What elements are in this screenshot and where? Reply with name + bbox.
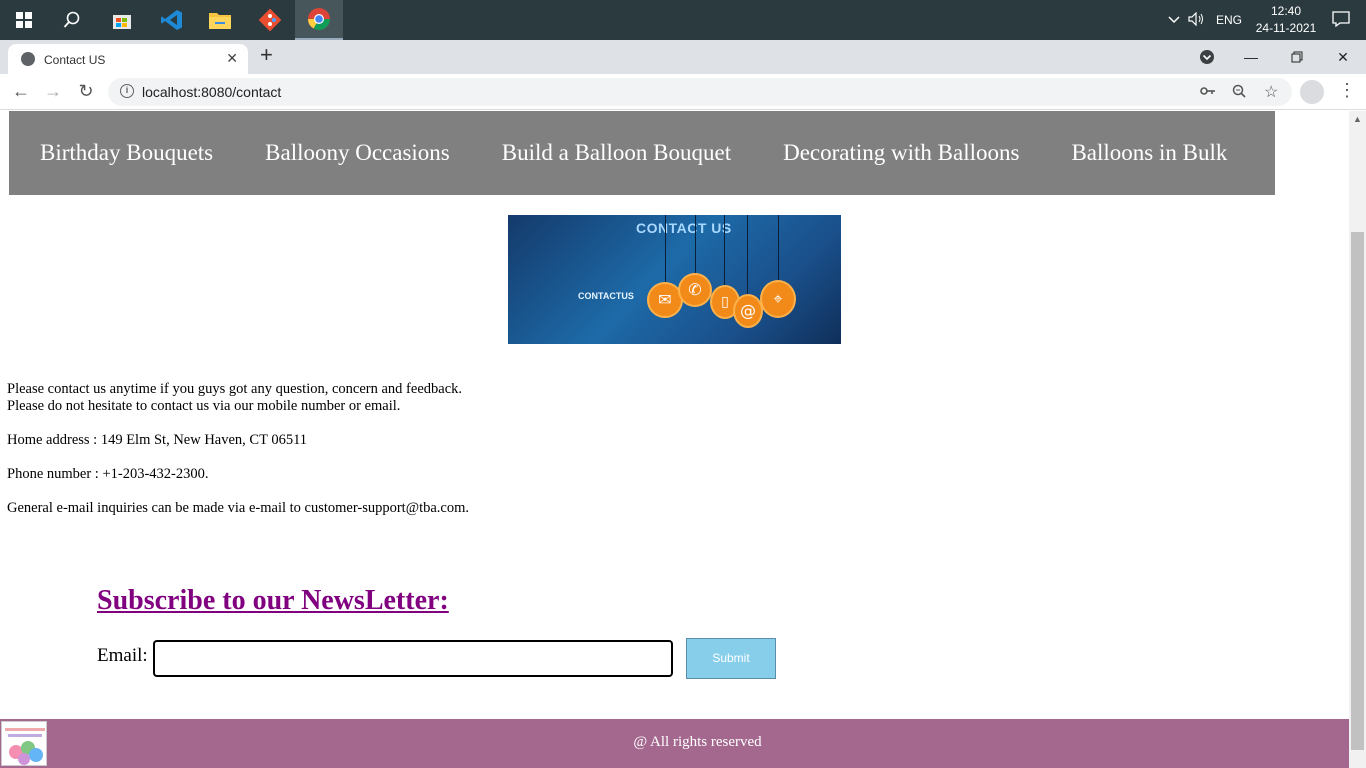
location-pin-icon: ⌖ — [760, 280, 796, 318]
email-inquiries: General e-mail inquiries can be made via… — [7, 500, 469, 516]
restore-button[interactable] — [1274, 40, 1320, 74]
store-icon[interactable] — [98, 0, 146, 40]
taskbar: ENG 12:40 24-11-2021 — [0, 0, 1366, 40]
copyright-text: @ All rights reserved — [633, 734, 762, 750]
nav-item-birthday-bouquets[interactable]: Birthday Bouquets — [40, 140, 213, 166]
system-tray: ENG 12:40 24-11-2021 — [1168, 0, 1366, 40]
banner-title: CONTACT US — [636, 220, 732, 236]
tab-strip: Contact US ✕ — [0, 40, 1366, 74]
clock-time: 12:40 — [1270, 4, 1302, 18]
page-footer: @ All rights reserved — [0, 719, 1349, 768]
scroll-up-arrow-icon[interactable]: ▲ — [1353, 114, 1362, 124]
tab-title: Contact US — [44, 53, 106, 67]
nav-item-decorating-with-balloons[interactable]: Decorating with Balloons — [783, 140, 1019, 166]
new-tab-button[interactable]: + — [260, 44, 273, 66]
main-navigation: Birthday Bouquets Balloony Occasions Bui… — [9, 111, 1275, 195]
windows-start-icon[interactable] — [0, 0, 48, 40]
close-tab-icon[interactable]: ✕ — [226, 50, 238, 67]
file-explorer-icon[interactable] — [196, 0, 244, 40]
newsletter-title[interactable]: Subscribe to our NewsLetter: — [97, 585, 449, 617]
phone-number: Phone number : +1-203-432-2300. — [7, 466, 209, 482]
volume-icon[interactable] — [1188, 11, 1206, 29]
email-label: Email: — [97, 645, 148, 666]
minimize-button[interactable]: — — [1228, 40, 1274, 74]
home-address: Home address : 149 Elm St, New Haven, CT… — [7, 432, 308, 448]
scrollbar-thumb[interactable] — [1351, 232, 1364, 750]
clock[interactable]: 12:40 24-11-2021 — [1254, 3, 1318, 37]
submit-button[interactable]: Submit — [686, 638, 776, 679]
nav-item-build-a-balloon-bouquet[interactable]: Build a Balloon Bouquet — [502, 140, 731, 166]
tab-search-icon[interactable] — [1184, 40, 1230, 74]
back-arrow-icon[interactable]: ← — [10, 81, 32, 102]
menu-kebab-icon[interactable]: ⋮ — [1338, 80, 1356, 101]
contact-info: Please contact us anytime if you guys go… — [7, 381, 469, 517]
site-info-icon[interactable]: i — [120, 84, 134, 98]
contact-intro-line-2: Please do not hesitate to contact us via… — [7, 398, 401, 414]
newsletter-email-input[interactable] — [153, 640, 673, 677]
forward-arrow-icon[interactable]: → — [42, 81, 64, 102]
web-page: Birthday Bouquets Balloony Occasions Bui… — [0, 111, 1349, 768]
profile-avatar-icon[interactable] — [1300, 80, 1324, 104]
browser-toolbar: ← → ↻ i localhost:8080/contact ☆ ⋮ — [0, 74, 1366, 110]
clock-date: 24-11-2021 — [1255, 21, 1317, 35]
notification-icon[interactable] — [1332, 10, 1350, 30]
globe-icon — [21, 52, 35, 66]
nav-item-balloony-occasions[interactable]: Balloony Occasions — [265, 140, 450, 166]
at-sign-icon: @ — [733, 294, 763, 328]
phone-icon: ✆ — [678, 273, 712, 307]
key-icon[interactable] — [1200, 84, 1216, 100]
bookmark-star-icon[interactable]: ☆ — [1264, 82, 1278, 102]
search-icon[interactable] — [48, 0, 96, 40]
browser-tab[interactable]: Contact US ✕ — [8, 44, 248, 74]
contact-intro-line-1: Please contact us anytime if you guys go… — [7, 381, 463, 397]
zoom-icon[interactable] — [1232, 84, 1246, 101]
address-bar[interactable]: i localhost:8080/contact ☆ — [108, 78, 1292, 106]
close-window-button[interactable]: ✕ — [1320, 40, 1366, 74]
nav-item-balloons-in-bulk[interactable]: Balloons in Bulk — [1071, 140, 1227, 166]
reload-icon[interactable]: ↻ — [75, 81, 97, 102]
chevron-up-icon[interactable] — [1168, 13, 1180, 27]
url-text: localhost:8080/contact — [142, 84, 282, 100]
banner-subtitle: CONTACTUS — [578, 291, 634, 301]
git-icon[interactable] — [246, 0, 294, 40]
vscode-icon[interactable] — [148, 0, 196, 40]
language-indicator[interactable]: ENG — [1216, 13, 1242, 27]
contact-us-banner: CONTACT US CONTACTUS ✉ ✆ ▯ @ ⌖ — [508, 215, 841, 344]
chrome-icon[interactable] — [295, 0, 343, 40]
